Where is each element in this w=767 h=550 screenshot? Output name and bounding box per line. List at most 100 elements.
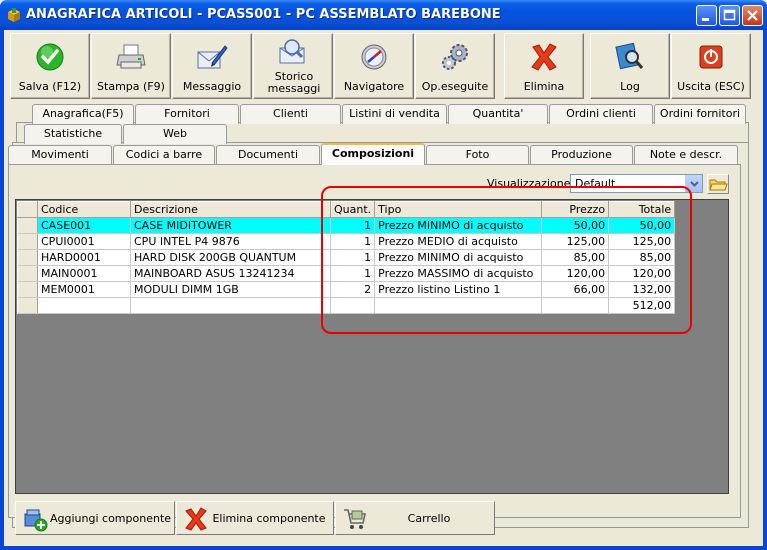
column-header-quant[interactable]: Quant.: [329, 201, 376, 218]
tab-quantita[interactable]: Quantita': [448, 104, 548, 124]
cell-totale[interactable]: 125,00: [608, 233, 676, 250]
tab-documenti[interactable]: Documenti: [216, 145, 320, 165]
column-header-tipo[interactable]: Tipo: [374, 201, 543, 218]
save-button[interactable]: Salva (F12): [10, 33, 90, 99]
open-folder-button[interactable]: [707, 174, 729, 194]
column-header-totale[interactable]: Totale: [608, 201, 676, 218]
tab-note-descr[interactable]: Note e descr.: [634, 145, 738, 165]
operations-done-button[interactable]: Op.eseguite: [415, 33, 495, 99]
row-indicator[interactable]: [17, 265, 38, 282]
cell-prezzo[interactable]: [541, 297, 610, 314]
cell-tipo[interactable]: Prezzo MINIMO di acquisto: [374, 249, 543, 266]
cell-quant[interactable]: 2: [330, 281, 376, 298]
column-header-codice[interactable]: Codice: [37, 201, 131, 218]
cell-codice[interactable]: HARD0001: [37, 249, 131, 266]
cell-descrizione[interactable]: CPU INTEL P4 9876: [130, 233, 331, 250]
cell-descrizione[interactable]: CASE MIDITOWER: [130, 217, 331, 234]
tab-statistiche[interactable]: Statistiche: [24, 124, 122, 144]
cell-codice[interactable]: MEM0001: [37, 281, 131, 298]
cell-totale[interactable]: 85,00: [608, 249, 676, 266]
tab-ordini-clienti[interactable]: Ordini clienti: [549, 104, 653, 124]
row-indicator[interactable]: [17, 217, 38, 234]
delete-label: Elimina: [523, 80, 565, 93]
title-bar[interactable]: ANAGRAFICA ARTICOLI - PCASS001 - PC ASSE…: [0, 0, 767, 30]
add-component-label: Aggiungi componente (F4: [50, 512, 172, 525]
row-indicator[interactable]: [17, 281, 38, 298]
components-grid[interactable]: Codice Descrizione Quant. Tipo Prezzo To…: [15, 199, 729, 494]
save-label: Salva (F12): [18, 80, 82, 93]
tab-web[interactable]: Web: [123, 124, 227, 144]
minimize-button[interactable]: [696, 5, 717, 26]
save-check-icon: [33, 42, 67, 72]
tab-ordini-fornitori[interactable]: Ordini fornitori: [654, 104, 746, 124]
tab-listini-vendita[interactable]: Listini di vendita: [342, 104, 447, 124]
row-indicator[interactable]: [17, 233, 38, 250]
tab-composizioni[interactable]: Composizioni: [321, 143, 425, 165]
cell-totale[interactable]: 120,00: [608, 265, 676, 282]
cell-codice[interactable]: CASE001: [37, 217, 131, 234]
cell-descrizione[interactable]: MODULI DIMM 1GB: [130, 281, 331, 298]
tab-clienti[interactable]: Clienti: [240, 104, 341, 124]
log-button[interactable]: Log: [590, 33, 670, 99]
maximize-button[interactable]: [719, 5, 740, 26]
message-button[interactable]: Messaggio: [172, 33, 252, 99]
cell-tipo[interactable]: Prezzo MINIMO di acquisto: [374, 217, 543, 234]
table-row[interactable]: CASE001 CASE MIDITOWER 1 Prezzo MINIMO d…: [17, 217, 676, 234]
table-row[interactable]: MAIN0001 MAINBOARD ASUS 13241234 1 Prezz…: [17, 265, 676, 282]
exit-button[interactable]: Uscita (ESC): [671, 33, 751, 99]
table-row[interactable]: CPUI0001 CPU INTEL P4 9876 1 Prezzo MEDI…: [17, 233, 676, 250]
cell-descrizione[interactable]: MAINBOARD ASUS 13241234: [130, 265, 331, 282]
row-indicator[interactable]: [17, 297, 38, 314]
cell-descrizione[interactable]: HARD DISK 200GB QUANTUM: [130, 249, 331, 266]
tab-movimenti[interactable]: Movimenti: [8, 145, 112, 165]
cell-quant[interactable]: 1: [330, 265, 376, 282]
cell-prezzo[interactable]: 125,00: [541, 233, 610, 250]
close-button[interactable]: [742, 5, 763, 26]
cell-prezzo[interactable]: 120,00: [541, 265, 610, 282]
cell-tipo[interactable]: Prezzo MEDIO di acquisto: [374, 233, 543, 250]
cell-prezzo[interactable]: 50,00: [541, 217, 610, 234]
tab-codici-barre[interactable]: Codici a barre: [113, 145, 215, 165]
cell-tipo[interactable]: [374, 297, 543, 314]
print-button[interactable]: Stampa (F9): [91, 33, 171, 99]
cell-tipo[interactable]: Prezzo MASSIMO di acquisto: [374, 265, 543, 282]
navigator-button[interactable]: Navigatore: [334, 33, 414, 99]
cell-prezzo[interactable]: 85,00: [541, 249, 610, 266]
add-component-button[interactable]: Aggiungi componente (F4: [15, 501, 175, 535]
column-header-descrizione[interactable]: Descrizione: [130, 201, 331, 218]
chevron-down-icon[interactable]: [685, 175, 702, 192]
view-select[interactable]: Default: [570, 174, 703, 193]
delete-x-icon: [527, 42, 561, 72]
table-row[interactable]: 512,00: [17, 297, 676, 314]
table-row[interactable]: HARD0001 HARD DISK 200GB QUANTUM 1 Prezz…: [17, 249, 676, 266]
cell-codice[interactable]: [37, 297, 131, 314]
exit-label: Uscita (ESC): [677, 80, 745, 93]
tab-fornitori[interactable]: Fornitori: [135, 104, 239, 124]
cell-codice[interactable]: MAIN0001: [37, 265, 131, 282]
navigator-label: Navigatore: [343, 80, 405, 93]
cell-quant[interactable]: 1: [330, 233, 376, 250]
message-history-icon: [276, 37, 310, 67]
tab-foto[interactable]: Foto: [426, 145, 529, 165]
cell-descrizione[interactable]: [130, 297, 331, 314]
close-icon: [747, 10, 758, 21]
message-history-button[interactable]: Storico messaggi: [253, 33, 333, 99]
navigator-icon: [357, 42, 391, 72]
cell-totale[interactable]: 132,00: [608, 281, 676, 298]
delete-button[interactable]: Elimina: [504, 33, 584, 99]
tab-anagrafica[interactable]: Anagrafica(F5): [32, 104, 134, 124]
gears-icon: [438, 42, 472, 72]
tab-produzione[interactable]: Produzione: [530, 145, 633, 165]
cell-prezzo[interactable]: 66,00: [541, 281, 610, 298]
table-row[interactable]: MEM0001 MODULI DIMM 1GB 2 Prezzo listino…: [17, 281, 676, 298]
column-header-prezzo[interactable]: Prezzo: [541, 201, 610, 218]
row-indicator[interactable]: [17, 249, 38, 266]
cell-tipo[interactable]: Prezzo listino Listino 1: [374, 281, 543, 298]
cell-codice[interactable]: CPUI0001: [37, 233, 131, 250]
delete-component-button[interactable]: Elimina componente: [176, 501, 334, 535]
cell-totale[interactable]: 50,00: [608, 217, 676, 234]
cell-quant[interactable]: [330, 297, 376, 314]
cell-quant[interactable]: 1: [330, 249, 376, 266]
cart-button[interactable]: Carrello: [335, 501, 495, 535]
cell-quant[interactable]: 1: [330, 217, 376, 234]
